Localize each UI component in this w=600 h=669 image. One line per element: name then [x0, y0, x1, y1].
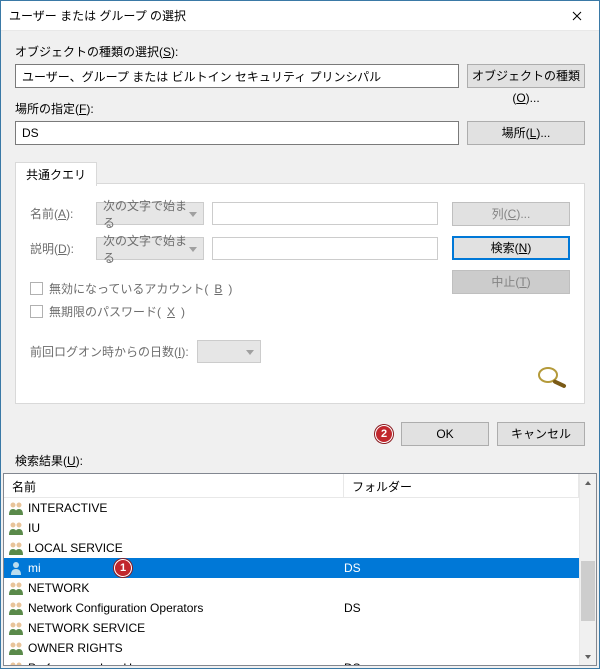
results-label: 検索結果(U):: [1, 452, 599, 473]
item-name: Network Configuration Operators: [28, 601, 344, 615]
scroll-track[interactable]: [580, 491, 596, 648]
titlebar: ユーザー または グループ の選択: [1, 1, 599, 31]
group-icon: [8, 580, 24, 596]
user-icon: [8, 560, 24, 576]
list-item[interactable]: OWNER RIGHTS: [4, 638, 579, 658]
search-button[interactable]: 検索(N): [452, 236, 570, 260]
list-header: 名前 フォルダー: [4, 474, 579, 498]
name-match-select: 次の文字で始まる: [96, 202, 204, 225]
stop-button: 中止(T): [452, 270, 570, 294]
checkbox-icon: [30, 282, 43, 295]
list-item[interactable]: NETWORK SERVICE: [4, 618, 579, 638]
group-icon: [8, 600, 24, 616]
list-item[interactable]: LOCAL SERVICE: [4, 538, 579, 558]
item-name: OWNER RIGHTS: [28, 641, 344, 655]
item-name: NETWORK: [28, 581, 344, 595]
scroll-down[interactable]: [580, 648, 596, 665]
location-label: 場所の指定(F):: [15, 100, 585, 117]
item-name: mi: [28, 561, 344, 575]
item-name: Performance Log Users: [28, 661, 344, 665]
item-name: LOCAL SERVICE: [28, 541, 344, 555]
column-folder[interactable]: フォルダー: [344, 474, 579, 497]
list-item[interactable]: NETWORK: [4, 578, 579, 598]
name-input: [212, 202, 438, 225]
list-item[interactable]: Network Configuration OperatorsDS: [4, 598, 579, 618]
item-name: IU: [28, 521, 344, 535]
columns-button: 列(C)...: [452, 202, 570, 226]
magnifier-icon: [530, 365, 570, 389]
description-input: [212, 237, 438, 260]
item-name: NETWORK SERVICE: [28, 621, 344, 635]
cancel-button[interactable]: キャンセル: [497, 422, 585, 446]
group-icon: [8, 660, 24, 665]
tab-common-queries[interactable]: 共通クエリ: [15, 162, 97, 186]
object-type-field[interactable]: ユーザー、グループ または ビルトイン セキュリティ プリンシパル: [15, 64, 459, 88]
scrollbar[interactable]: [579, 474, 596, 665]
locations-button[interactable]: 場所(L)...: [467, 121, 585, 145]
list-item[interactable]: miDS 1: [4, 558, 579, 578]
description-label: 説明(D):: [30, 240, 88, 257]
description-match-select: 次の文字で始まる: [96, 237, 204, 260]
item-name: INTERACTIVE: [28, 501, 344, 515]
query-tabhost: 共通クエリ 名前(A): 次の文字で始まる 説明(D):: [15, 183, 585, 404]
list-item[interactable]: IU: [4, 518, 579, 538]
name-label: 名前(A):: [30, 205, 88, 222]
last-logon-select: [197, 340, 261, 363]
close-button[interactable]: [554, 1, 599, 31]
annotation-marker-2: 2: [375, 425, 393, 443]
group-icon: [8, 640, 24, 656]
dialog-window: ユーザー または グループ の選択 オブジェクトの種類の選択(S): ユーザー、…: [0, 0, 600, 669]
group-icon: [8, 520, 24, 536]
query-form: 名前(A): 次の文字で始まる 説明(D): 次の文字で始まる: [30, 202, 438, 389]
window-title: ユーザー または グループ の選択: [1, 7, 186, 24]
list-rows: INTERACTIVE IU LOCAL SERVICE miDS1 NETWO…: [4, 498, 579, 665]
location-field[interactable]: DS: [15, 121, 459, 145]
scroll-up[interactable]: [580, 474, 596, 491]
dialog-buttons: 2 OK キャンセル: [1, 412, 599, 452]
group-icon: [8, 620, 24, 636]
close-icon: [572, 11, 582, 21]
list-item[interactable]: Performance Log UsersDS: [4, 658, 579, 665]
item-folder: DS: [344, 561, 579, 575]
results-list[interactable]: 名前 フォルダー INTERACTIVE IU LOCAL SERVICE mi…: [3, 473, 597, 666]
group-icon: [8, 500, 24, 516]
column-name[interactable]: 名前: [4, 474, 344, 497]
dialog-body: オブジェクトの種類の選択(S): ユーザー、グループ または ビルトイン セキュ…: [1, 31, 599, 412]
annotation-marker-1: 1: [114, 559, 132, 577]
ok-button[interactable]: OK: [401, 422, 489, 446]
item-folder: DS: [344, 661, 579, 665]
item-folder: DS: [344, 601, 579, 615]
list-item[interactable]: INTERACTIVE: [4, 498, 579, 518]
non-expiring-check: 無期限のパスワード(X): [30, 303, 438, 320]
disabled-accounts-check: 無効になっているアカウント(B): [30, 280, 438, 297]
object-type-label: オブジェクトの種類の選択(S):: [15, 43, 585, 60]
object-types-button[interactable]: オブジェクトの種類(O)...: [467, 64, 585, 88]
scroll-thumb[interactable]: [581, 561, 595, 621]
side-buttons: 列(C)... 検索(N) 中止(T): [452, 202, 570, 389]
last-logon-label: 前回ログオン時からの日数(I):: [30, 343, 189, 360]
checkbox-icon: [30, 305, 43, 318]
group-icon: [8, 540, 24, 556]
